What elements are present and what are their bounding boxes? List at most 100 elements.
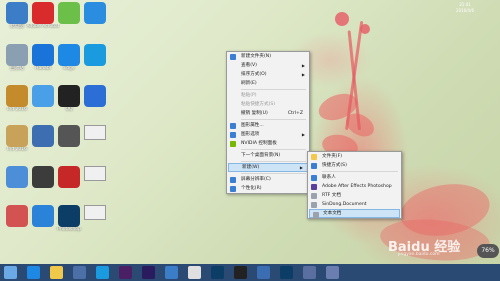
menu-item-icon bbox=[311, 174, 317, 181]
menu-item-icon bbox=[311, 183, 317, 190]
menu-separator bbox=[241, 89, 306, 90]
menu-separator bbox=[241, 149, 306, 150]
desktop-icon[interactable] bbox=[78, 205, 112, 220]
desktop-icon-image bbox=[84, 44, 106, 66]
menu-item[interactable]: 撤销 复制(U) Ctrl+Z bbox=[227, 109, 309, 118]
desktop-icon-image bbox=[32, 125, 54, 147]
desktop-icon-image bbox=[6, 44, 28, 66]
menu-item-label: 下一个桌面背景(N) bbox=[241, 153, 281, 158]
menu-item[interactable]: 联系人 bbox=[308, 173, 401, 182]
menu-item[interactable]: 文本文档 bbox=[309, 209, 400, 218]
menu-item-icon bbox=[230, 185, 236, 192]
menu-item-icon bbox=[230, 176, 236, 183]
taskbar-file-button[interactable] bbox=[188, 266, 201, 279]
new-submenu: 文件夹(F) 快捷方式(S) 联系人 Adobe After Effects Phot… bbox=[307, 151, 402, 219]
taskbar-pr-button[interactable] bbox=[119, 266, 132, 279]
menu-item[interactable]: RTF 文档 bbox=[308, 191, 401, 200]
taskbar-app2-button[interactable] bbox=[257, 266, 270, 279]
taskbar-ae-button[interactable] bbox=[142, 266, 155, 279]
menu-item[interactable]: 粘贴(P) bbox=[227, 91, 309, 100]
desktop-icon-image bbox=[32, 85, 54, 107]
flower-stamen-tip bbox=[335, 12, 349, 26]
menu-item[interactable]: 粘贴快捷方式(S) bbox=[227, 100, 309, 109]
desktop-icon-image bbox=[58, 205, 80, 227]
desktop-icon-label: QQ bbox=[65, 107, 73, 112]
menu-item-label: RTF 文档 bbox=[322, 193, 341, 198]
menu-item[interactable]: 新建(W) ▶ bbox=[228, 163, 308, 172]
desktop-icon-image bbox=[58, 2, 80, 24]
menu-separator bbox=[322, 171, 398, 172]
desktop-icon[interactable] bbox=[78, 125, 112, 140]
menu-item[interactable]: 排序方式(O) ▶ bbox=[227, 70, 309, 79]
menu-separator bbox=[241, 119, 306, 120]
menu-item-icon bbox=[230, 53, 236, 60]
menu-item-label: 文本文档 bbox=[323, 211, 342, 216]
menu-item-label: 联系人 bbox=[322, 175, 336, 180]
desktop-icon[interactable] bbox=[78, 166, 112, 181]
menu-item-icon bbox=[311, 201, 317, 208]
desktop-icon-image bbox=[84, 85, 106, 107]
menu-item-label: 快捷方式(S) bbox=[322, 163, 347, 168]
desktop-icon-label: Adobe Acrobat bbox=[26, 24, 60, 29]
menu-item[interactable]: 刷新(E) bbox=[227, 79, 309, 88]
menu-item[interactable]: 图形属性... bbox=[227, 121, 309, 130]
flower-stamen-tip bbox=[360, 24, 370, 34]
taskbar-clock[interactable]: 21:41 2016/4/6 bbox=[456, 2, 474, 14]
menu-item[interactable]: SinDong.Document bbox=[308, 200, 401, 209]
menu-item-label: 文件夹(F) bbox=[322, 154, 343, 159]
taskbar-qq-button[interactable] bbox=[234, 266, 247, 279]
menu-item[interactable]: 新建文件夹(N) bbox=[227, 52, 309, 61]
desktop-icon[interactable] bbox=[78, 44, 112, 66]
desktop-icon-label: Photoshop bbox=[57, 227, 81, 232]
menu-item-icon bbox=[311, 153, 317, 160]
menu-item-label: 粘贴快捷方式(S) bbox=[241, 102, 276, 107]
desktop-icon-image bbox=[32, 44, 54, 66]
menu-item-shortcut: Ctrl+Z bbox=[287, 111, 303, 116]
menu-item[interactable]: 快捷方式(S) bbox=[308, 161, 401, 170]
menu-item-label: Adobe After Effects Photoshop bbox=[322, 184, 392, 189]
desktop-icon-label: Ind 2016 bbox=[7, 147, 27, 152]
desktop-icon-image bbox=[58, 85, 80, 107]
taskbar-ps-button[interactable] bbox=[211, 266, 224, 279]
desktop-icon-image bbox=[32, 205, 54, 227]
desktop-icon-image bbox=[32, 2, 54, 24]
menu-item[interactable]: Adobe After Effects Photoshop bbox=[308, 182, 401, 191]
desktop-icon-image bbox=[58, 166, 80, 188]
taskbar bbox=[0, 264, 500, 281]
menu-item[interactable]: 个性化(R) bbox=[227, 184, 309, 193]
desktop-icon[interactable] bbox=[78, 85, 112, 107]
menu-item[interactable]: 屏幕分辨率(C) bbox=[227, 175, 309, 184]
taskbar-app3-button[interactable] bbox=[303, 266, 316, 279]
menu-item[interactable]: 图形选项 ▶ bbox=[227, 130, 309, 139]
submenu-arrow-icon: ▶ bbox=[301, 132, 305, 137]
desktop-icon-image bbox=[6, 166, 28, 188]
menu-item-label: 撤销 复制(U) bbox=[241, 111, 268, 116]
menu-item[interactable]: 查看(V) ▶ bbox=[227, 61, 309, 70]
menu-item[interactable]: 文件夹(F) bbox=[308, 152, 401, 161]
taskbar-start-button[interactable] bbox=[4, 266, 17, 279]
taskbar-app-button[interactable] bbox=[73, 266, 86, 279]
menu-item[interactable]: 下一个桌面背景(N) bbox=[227, 151, 309, 160]
taskbar-k-button[interactable] bbox=[96, 266, 109, 279]
menu-item-label: NVIDIA 控制面板 bbox=[241, 141, 277, 146]
taskbar-folder-button[interactable] bbox=[50, 266, 63, 279]
taskbar-ps2-button[interactable] bbox=[280, 266, 293, 279]
menu-item-icon bbox=[230, 140, 236, 147]
menu-item-label: 图形属性... bbox=[241, 123, 264, 128]
menu-item-icon bbox=[230, 122, 236, 129]
taskbar-ie-button[interactable] bbox=[27, 266, 40, 279]
menu-item-label: 屏幕分辨率(C) bbox=[241, 177, 271, 182]
menu-item-label: 新建(W) bbox=[242, 165, 260, 170]
submenu-arrow-icon: ▶ bbox=[301, 72, 305, 77]
desktop-icon-image bbox=[6, 85, 28, 107]
taskbar-app4-button[interactable] bbox=[326, 266, 339, 279]
desktop-icon-image bbox=[6, 2, 28, 24]
desktop-icon-image bbox=[6, 125, 28, 147]
menu-item-label: 图形选项 bbox=[241, 132, 260, 137]
menu-item-label: 新建文件夹(N) bbox=[241, 54, 271, 59]
taskbar-a-button[interactable] bbox=[165, 266, 178, 279]
desktop-icon[interactable] bbox=[78, 2, 112, 24]
desktop-icon-image bbox=[32, 166, 54, 188]
watermark-sub: jingyan.baidu.com bbox=[398, 252, 440, 257]
menu-item[interactable]: NVIDIA 控制面板 bbox=[227, 139, 309, 148]
